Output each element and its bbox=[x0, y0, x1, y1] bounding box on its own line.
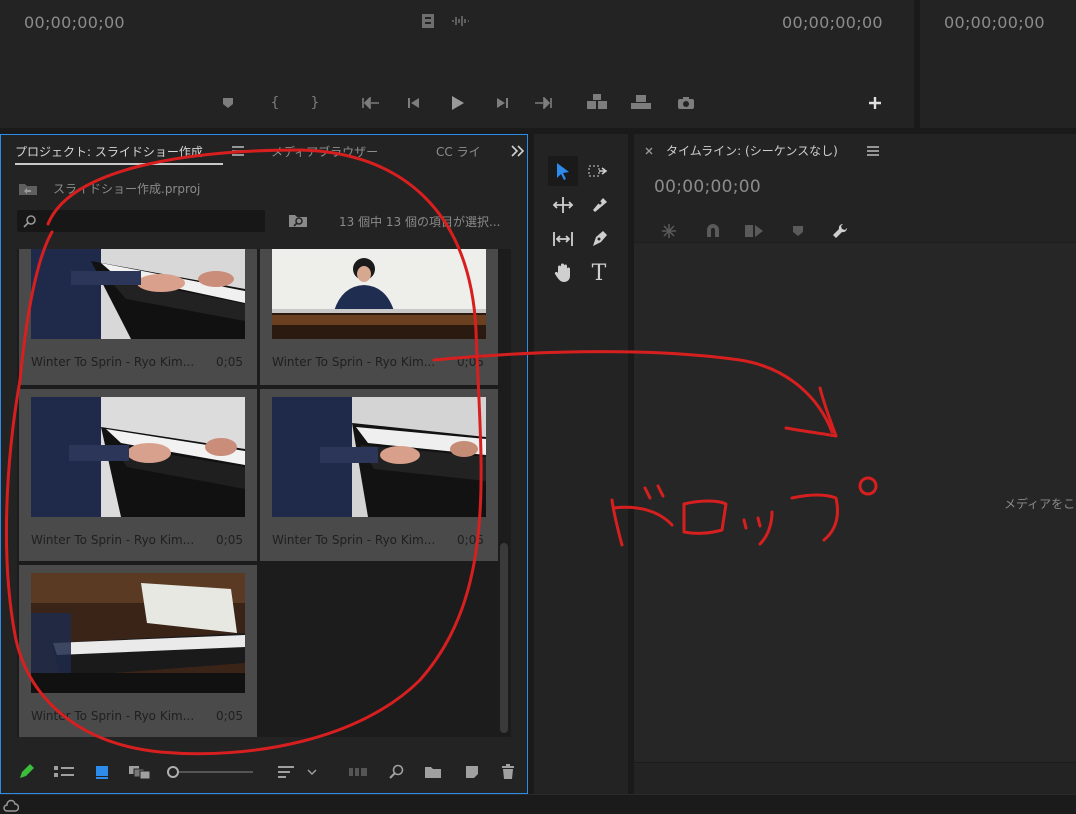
source-monitor: 00;00;00;00 00;00;00;00 { } bbox=[0, 0, 914, 128]
clip-duration: 0;05 bbox=[216, 355, 243, 369]
tab-cc-libraries[interactable]: CC ライ bbox=[436, 143, 481, 160]
icon-view-icon[interactable] bbox=[93, 763, 111, 781]
tab-media-browser[interactable]: メディアブラウザー bbox=[271, 143, 378, 160]
clip-thumbnail[interactable]: Winter To Sprin - Ryo Kim... 0;05 bbox=[19, 249, 257, 385]
clip-duration: 0;05 bbox=[457, 355, 484, 369]
clip-preview-image bbox=[31, 249, 245, 339]
zoom-slider-track bbox=[179, 771, 253, 773]
clip-duration: 0;05 bbox=[216, 709, 243, 723]
search-input[interactable] bbox=[17, 210, 265, 232]
close-icon[interactable] bbox=[642, 144, 656, 158]
timeline-timecode[interactable]: 00;00;00;00 bbox=[654, 177, 761, 197]
zoom-slider[interactable] bbox=[167, 765, 253, 779]
timeline-menu-icon[interactable] bbox=[866, 144, 880, 158]
program-timecode[interactable]: 00;00;00;00 bbox=[944, 13, 1045, 32]
clip-preview-image bbox=[272, 397, 486, 517]
clip-name: Winter To Sprin - Ryo Kim... bbox=[272, 355, 436, 369]
chevron-down-icon[interactable] bbox=[305, 765, 319, 779]
go-to-out-icon[interactable] bbox=[532, 94, 554, 112]
clip-preview-image bbox=[31, 397, 245, 517]
source-timecode-left[interactable]: 00;00;00;00 bbox=[24, 13, 125, 32]
clip-thumbnail[interactable]: Winter To Sprin - Ryo Kim... 0;05 bbox=[260, 389, 498, 561]
linked-selection-icon[interactable] bbox=[744, 222, 764, 240]
type-tool-icon[interactable]: T bbox=[584, 258, 614, 288]
empty-timeline-message: メディアをこ bbox=[1004, 497, 1076, 511]
step-back-icon[interactable] bbox=[404, 94, 424, 112]
razor-tool-icon[interactable] bbox=[584, 190, 614, 220]
selection-status: 13 個中 13 個の項目が選択... bbox=[339, 215, 501, 229]
play-icon[interactable] bbox=[448, 93, 468, 113]
insert-icon[interactable] bbox=[584, 92, 610, 112]
add-marker-icon[interactable] bbox=[790, 222, 806, 240]
clip-duration: 0;05 bbox=[216, 533, 243, 547]
selection-tool-icon[interactable] bbox=[548, 156, 578, 186]
pen-tool-icon[interactable] bbox=[584, 224, 614, 254]
new-item-icon[interactable] bbox=[463, 763, 481, 781]
new-bin-icon[interactable] bbox=[423, 763, 443, 781]
step-forward-icon[interactable] bbox=[492, 94, 512, 112]
freeform-view-icon[interactable] bbox=[127, 763, 153, 781]
mark-in-icon[interactable]: { bbox=[268, 94, 282, 112]
project-file-name: スライドショー作成.prproj bbox=[53, 182, 201, 196]
find-in-project-icon[interactable] bbox=[287, 212, 309, 230]
clip-name: Winter To Sprin - Ryo Kim... bbox=[31, 355, 195, 369]
trash-icon[interactable] bbox=[499, 762, 517, 782]
clip-name: Winter To Sprin - Ryo Kim... bbox=[31, 709, 195, 723]
add-button-icon[interactable] bbox=[866, 94, 884, 112]
search-icon bbox=[23, 214, 37, 228]
clip-preview-image bbox=[31, 573, 245, 693]
drag-video-icon[interactable] bbox=[420, 12, 436, 30]
go-to-in-icon[interactable] bbox=[360, 94, 382, 112]
status-bar bbox=[0, 794, 1076, 814]
nest-sequence-icon[interactable] bbox=[660, 222, 678, 240]
source-timecode-right[interactable]: 00;00;00;00 bbox=[782, 13, 883, 32]
clip-thumbnail[interactable]: Winter To Sprin - Ryo Kim... 0;05 bbox=[260, 249, 498, 385]
overwrite-icon[interactable] bbox=[628, 92, 654, 112]
sort-icons-icon[interactable] bbox=[275, 763, 297, 781]
slip-tool-icon[interactable] bbox=[548, 224, 578, 254]
automate-to-sequence-icon[interactable] bbox=[347, 763, 369, 781]
clip-name: Winter To Sprin - Ryo Kim... bbox=[31, 533, 195, 547]
timeline-panel: タイムライン: (シーケンスなし) 00;00;00;00 メディアをこ bbox=[634, 134, 1076, 794]
list-view-icon[interactable] bbox=[53, 763, 75, 781]
creative-cloud-icon[interactable] bbox=[2, 798, 20, 814]
timeline-title[interactable]: タイムライン: (シーケンスなし) bbox=[666, 142, 838, 159]
clip-name: Winter To Sprin - Ryo Kim... bbox=[272, 533, 436, 547]
tab-project-underline bbox=[15, 163, 223, 165]
wrench-icon[interactable] bbox=[830, 221, 850, 241]
pencil-icon[interactable] bbox=[17, 763, 35, 781]
grid-scrollbar-track[interactable] bbox=[499, 249, 509, 737]
export-frame-icon[interactable] bbox=[676, 94, 696, 112]
grid-scrollbar-thumb[interactable] bbox=[500, 543, 508, 733]
clip-preview-image bbox=[272, 249, 486, 339]
clip-duration: 0;05 bbox=[457, 533, 484, 547]
snap-icon[interactable] bbox=[704, 222, 722, 240]
panel-menu-icon[interactable] bbox=[231, 144, 245, 158]
find-icon[interactable] bbox=[387, 763, 405, 781]
timeline-track-area[interactable]: メディアをこ bbox=[634, 242, 1076, 762]
hand-tool-icon[interactable] bbox=[548, 258, 578, 288]
clip-thumbnail[interactable]: Winter To Sprin - Ryo Kim... 0;05 bbox=[19, 565, 257, 737]
tab-project[interactable]: プロジェクト: スライドショー作成 bbox=[15, 143, 203, 160]
zoom-slider-handle[interactable] bbox=[167, 766, 179, 778]
thumbnail-grid: Winter To Sprin - Ryo Kim... 0;05 Winter… bbox=[17, 249, 511, 737]
track-select-tool-icon[interactable] bbox=[584, 156, 614, 186]
clip-thumbnail[interactable]: Winter To Sprin - Ryo Kim... 0;05 bbox=[19, 389, 257, 561]
project-panel: プロジェクト: スライドショー作成 メディアブラウザー CC ライ スライドショ… bbox=[0, 134, 528, 794]
tools-panel: T bbox=[534, 134, 628, 794]
program-monitor: 00;00;00;00 bbox=[920, 0, 1076, 128]
project-folder-icon bbox=[17, 181, 39, 197]
mark-out-icon[interactable]: } bbox=[308, 94, 322, 112]
drag-audio-icon[interactable] bbox=[450, 14, 470, 28]
marker-icon[interactable] bbox=[220, 94, 236, 112]
timeline-bottom-bar bbox=[634, 762, 1076, 794]
expand-tabs-icon[interactable] bbox=[507, 143, 527, 159]
ripple-edit-tool-icon[interactable] bbox=[548, 190, 578, 220]
